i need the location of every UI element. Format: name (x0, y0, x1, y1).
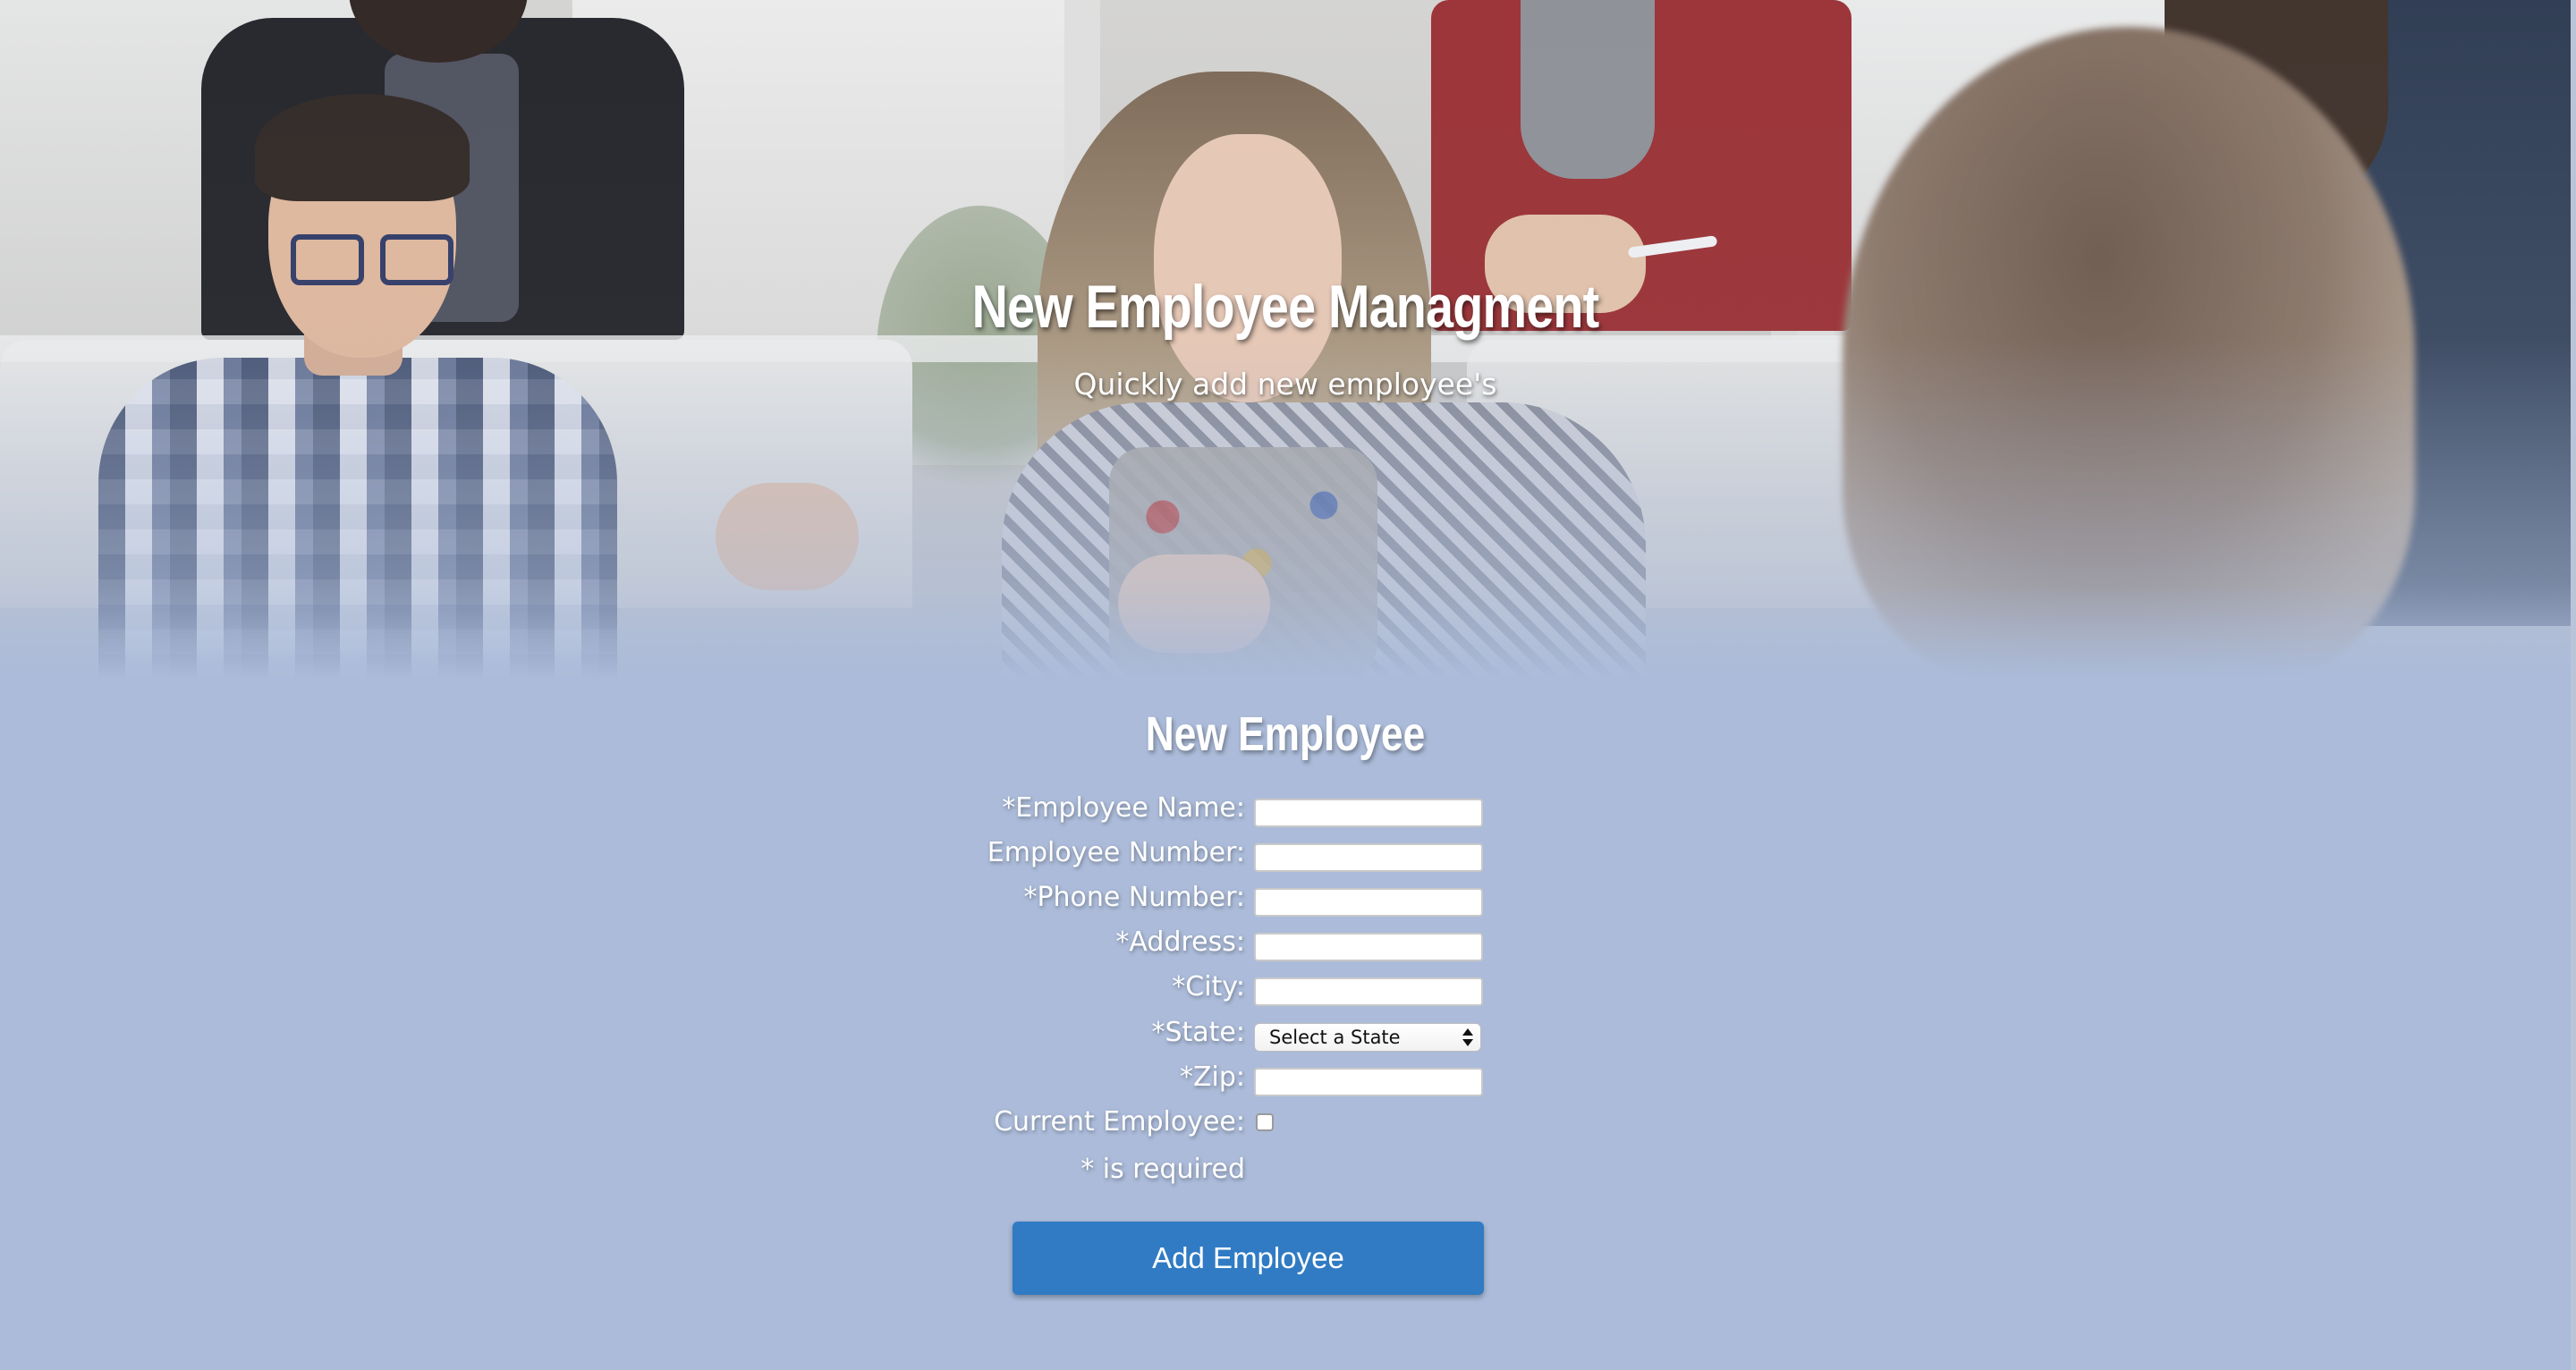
required-note: * is required (1080, 1154, 1245, 1185)
phone-number-label: *Phone Number: (1023, 882, 1245, 913)
phone-number-input[interactable] (1254, 888, 1483, 917)
form-heading: New Employee (1145, 707, 1426, 761)
page-subtitle: Quickly add new employee's (1073, 367, 1497, 402)
state-select[interactable]: Select a State (1254, 1023, 1481, 1052)
field-zip: *Zip: (0, 1056, 2576, 1101)
zip-label: *Zip: (1179, 1061, 1245, 1093)
field-current-employee: Current Employee: (0, 1101, 2576, 1146)
field-city: *City: (0, 966, 2576, 1011)
employee-name-label: *Employee Name: (1002, 792, 1245, 824)
field-phone-number: *Phone Number: (0, 876, 2576, 921)
page-title: New Employee Managment (971, 273, 1600, 341)
employee-name-input[interactable] (1254, 799, 1483, 827)
select-arrows-icon (1462, 1028, 1473, 1047)
state-select-value: Select a State (1269, 1027, 1401, 1048)
field-employee-name: *Employee Name: (0, 787, 2576, 832)
city-label: *City: (1172, 971, 1245, 1002)
address-input[interactable] (1254, 933, 1483, 961)
zip-input[interactable] (1254, 1068, 1483, 1096)
window-edge (2571, 0, 2576, 1370)
page: New Employee Managment Quickly add new e… (0, 0, 2576, 1370)
state-label: *State: (1151, 1017, 1245, 1048)
address-label: *Address: (1115, 926, 1245, 958)
current-employee-checkbox[interactable] (1256, 1113, 1274, 1131)
current-employee-label: Current Employee: (994, 1106, 1245, 1137)
city-input[interactable] (1254, 977, 1483, 1006)
field-employee-number: Employee Number: (0, 832, 2576, 876)
add-employee-button[interactable]: Add Employee (1013, 1222, 1484, 1295)
employee-number-label: Employee Number: (987, 837, 1245, 868)
field-state: *State: Select a State (0, 1011, 2576, 1056)
employee-number-input[interactable] (1254, 843, 1483, 872)
field-address: *Address: (0, 921, 2576, 966)
